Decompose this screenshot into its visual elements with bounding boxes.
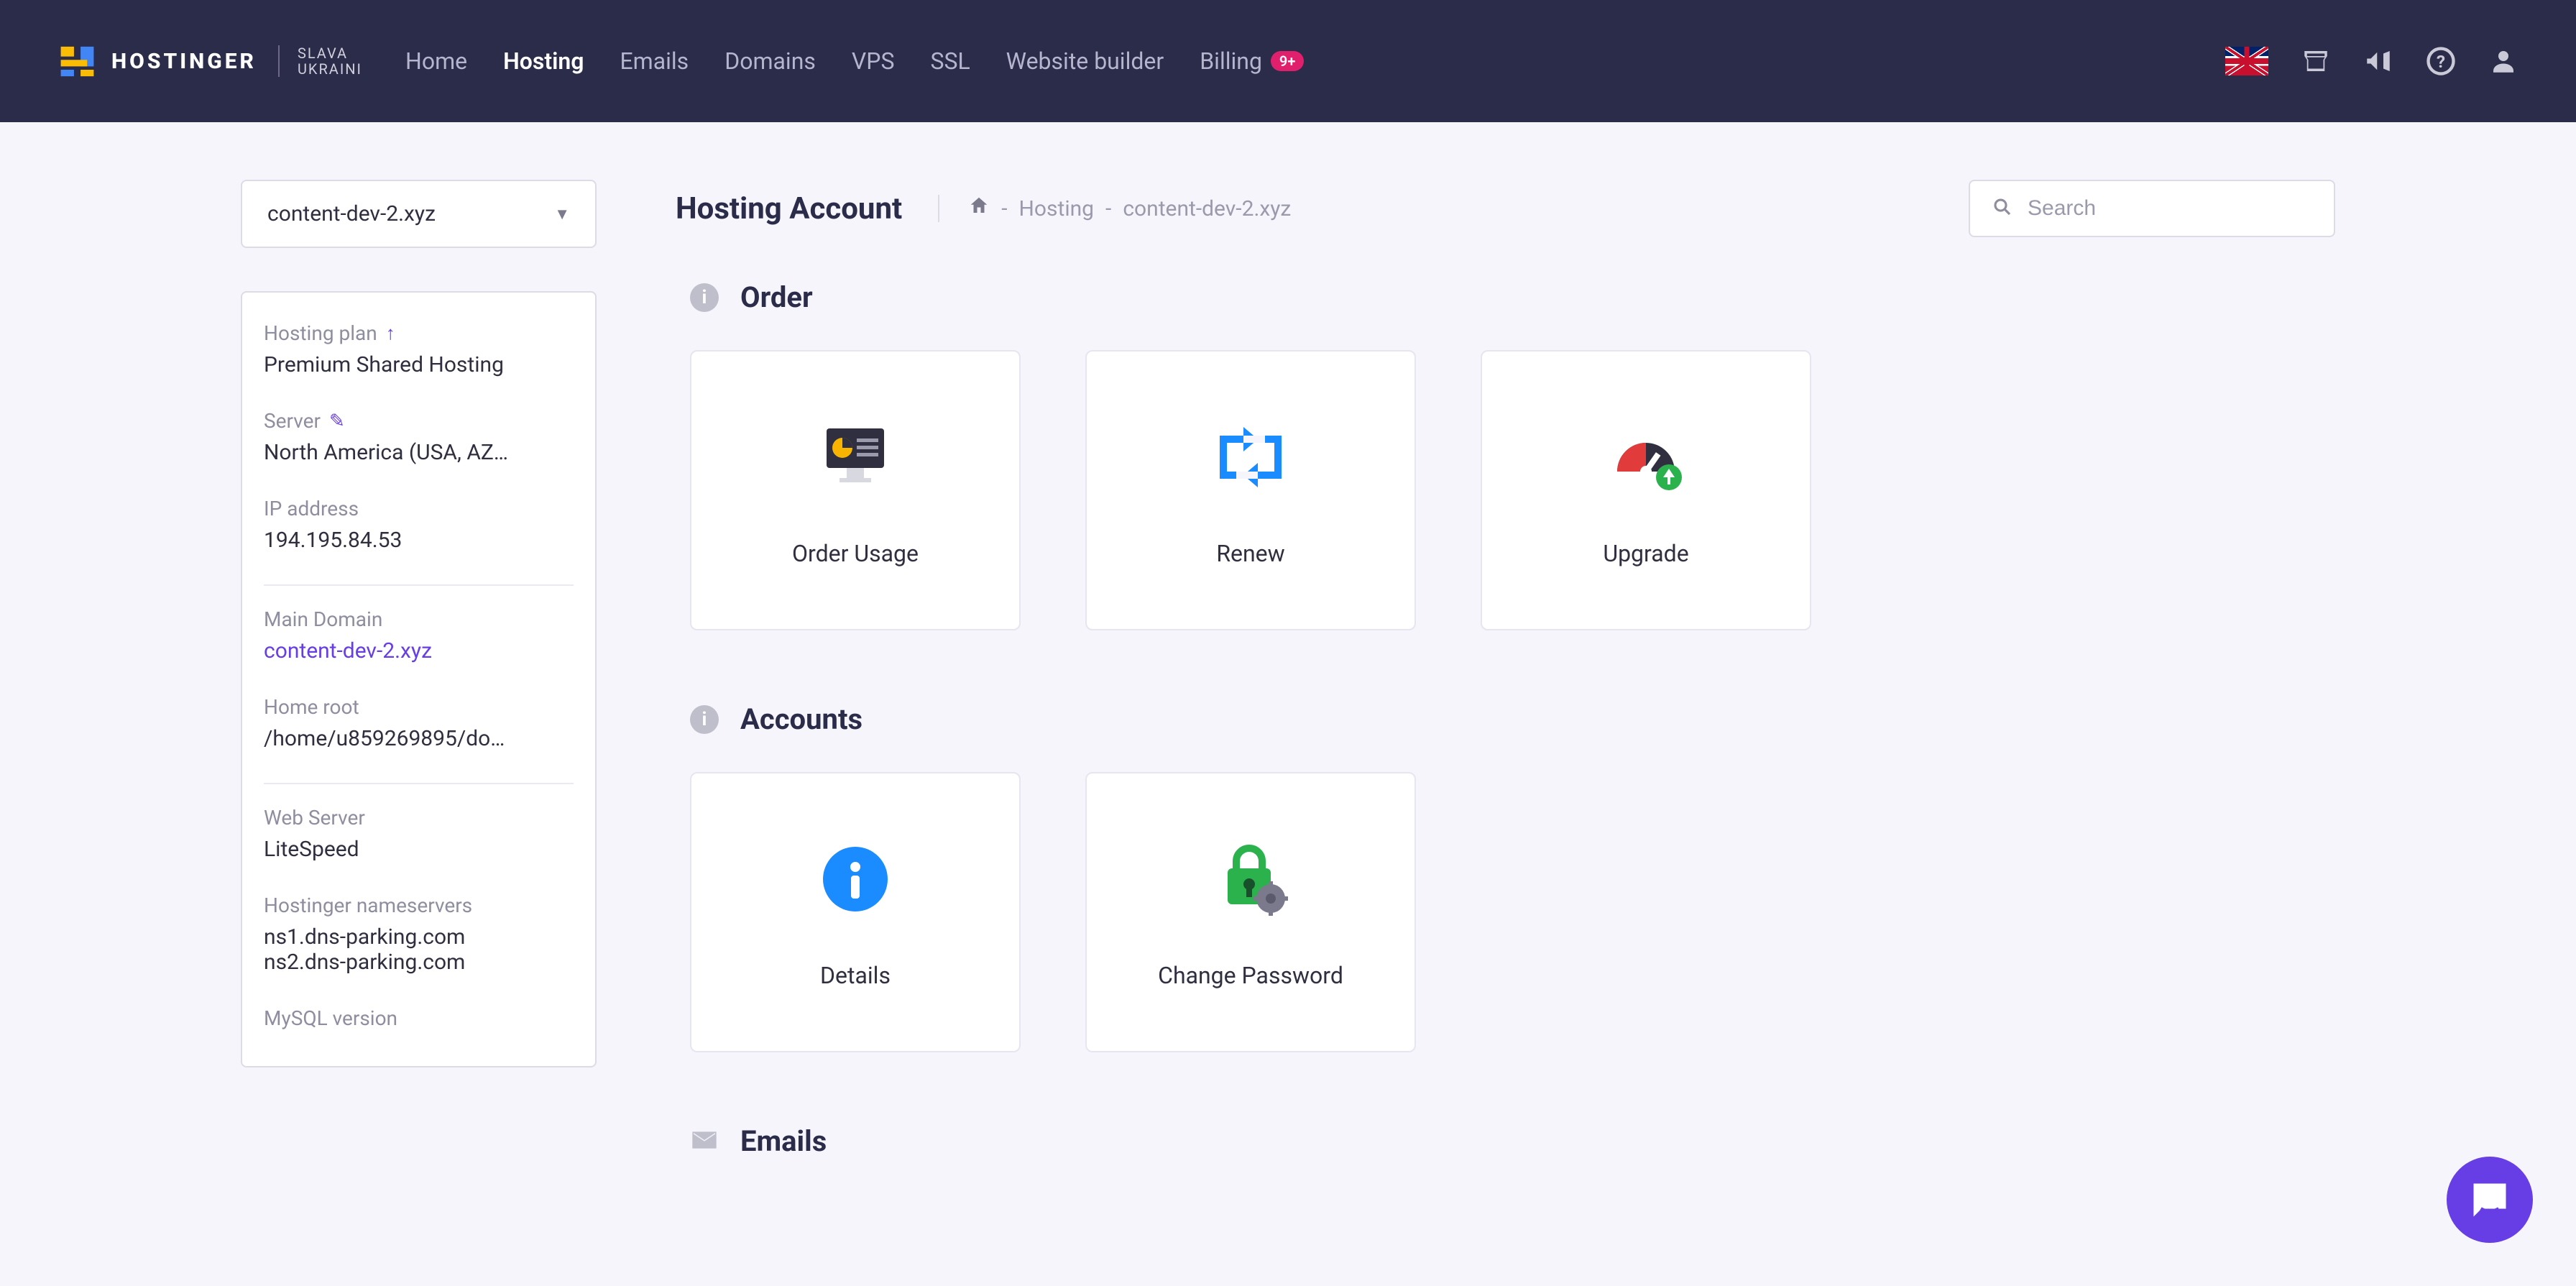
upgrade-icon <box>1603 414 1689 500</box>
svg-text:?: ? <box>2437 51 2445 72</box>
tagline-line1: SLAVA <box>298 45 362 61</box>
primary-nav: Home Hosting Emails Domains VPS SSL Webs… <box>405 47 1304 75</box>
edit-icon[interactable]: ✎ <box>329 410 345 432</box>
section-title-emails: Emails <box>740 1124 827 1158</box>
page-title: Hosting Account <box>676 191 902 226</box>
info-icon: i <box>690 705 719 734</box>
accounts-cards: Details <box>676 772 2335 1052</box>
webserver-value: LiteSpeed <box>264 837 574 862</box>
order-usage-icon <box>812 414 898 500</box>
plan-label: Hosting plan ↑ <box>264 321 574 345</box>
section-head-emails: Emails <box>676 1124 2335 1158</box>
top-nav-bar: HOSTINGER SLAVA UKRAINI Home Hosting Ema… <box>0 0 2576 122</box>
nav-domains[interactable]: Domains <box>724 47 816 75</box>
homeroot-value: /home/u859269895/do… <box>264 726 574 751</box>
tagline-line2: UKRAINI <box>298 61 362 77</box>
domain-select-dropdown[interactable]: content-dev-2.xyz ▼ <box>241 180 597 248</box>
domain-select-value: content-dev-2.xyz <box>267 201 436 226</box>
logo-group: HOSTINGER SLAVA UKRAINI <box>58 42 362 81</box>
chevron-down-icon: ▼ <box>554 205 570 224</box>
nav-ssl[interactable]: SSL <box>930 47 970 75</box>
section-head-order: i Order <box>676 280 2335 314</box>
homeroot-label: Home root <box>264 695 574 719</box>
ip-label: IP address <box>264 497 574 520</box>
ip-value: 194.195.84.53 <box>264 528 574 553</box>
mail-icon <box>690 1126 719 1157</box>
section-title-accounts: Accounts <box>740 702 862 736</box>
card-label: Details <box>820 962 891 989</box>
card-order-usage[interactable]: Order Usage <box>690 350 1021 630</box>
card-label: Renew <box>1216 540 1284 567</box>
plan-value: Premium Shared Hosting <box>264 352 574 377</box>
main-content: Hosting Account - Hosting - content-dev-… <box>676 180 2335 1194</box>
ns1-value: ns1.dns-parking.com <box>264 924 574 950</box>
header-utility-icons: ? <box>2225 46 2518 76</box>
search-input[interactable] <box>2028 196 2312 221</box>
mysql-label: MySQL version <box>264 1006 574 1030</box>
webserver-label: Web Server <box>264 806 574 830</box>
renew-icon <box>1208 414 1294 500</box>
card-change-password[interactable]: Change Password <box>1085 772 1416 1052</box>
change-password-icon <box>1208 836 1294 922</box>
maindomain-value[interactable]: content-dev-2.xyz <box>264 638 574 663</box>
account-icon[interactable] <box>2488 46 2518 76</box>
divider <box>264 584 574 586</box>
order-cards: Order Usage Renew <box>676 350 2335 630</box>
nav-hosting[interactable]: Hosting <box>503 47 584 75</box>
maindomain-label: Main Domain <box>264 607 574 631</box>
search-box[interactable] <box>1969 180 2335 237</box>
nav-vps[interactable]: VPS <box>852 47 895 75</box>
server-label: Server ✎ <box>264 409 574 433</box>
chat-icon <box>2468 1178 2511 1221</box>
brand-name: HOSTINGER <box>111 49 257 74</box>
nav-website-builder[interactable]: Website builder <box>1006 47 1164 75</box>
crumb-hosting[interactable]: Hosting <box>1019 196 1095 221</box>
chat-fab[interactable] <box>2447 1157 2533 1243</box>
card-label: Order Usage <box>792 540 919 567</box>
billing-badge: 9+ <box>1271 51 1304 71</box>
nav-billing-label: Billing <box>1200 47 1262 75</box>
crumb-sep: - <box>1105 196 1111 221</box>
brand-logo[interactable]: HOSTINGER <box>58 42 257 81</box>
card-label: Change Password <box>1158 962 1343 989</box>
section-head-accounts: i Accounts <box>676 702 2335 736</box>
server-value: North America (USA, AZ… <box>264 440 574 465</box>
ns2-value: ns2.dns-parking.com <box>264 950 574 975</box>
crumb-domain[interactable]: content-dev-2.xyz <box>1123 196 1291 221</box>
nameservers-label: Hostinger nameservers <box>264 894 574 917</box>
home-icon[interactable] <box>968 195 990 222</box>
divider <box>264 783 574 784</box>
card-label: Upgrade <box>1603 540 1688 567</box>
nav-billing[interactable]: Billing 9+ <box>1200 47 1304 75</box>
title-row: Hosting Account - Hosting - content-dev-… <box>676 180 2335 237</box>
search-icon <box>1992 196 2013 221</box>
brand-tagline: SLAVA UKRAINI <box>278 45 362 77</box>
card-upgrade[interactable]: Upgrade <box>1481 350 1811 630</box>
details-icon <box>816 836 895 922</box>
hosting-info-card: Hosting plan ↑ Premium Shared Hosting Se… <box>241 291 597 1067</box>
store-icon[interactable] <box>2301 46 2331 76</box>
nav-emails[interactable]: Emails <box>620 47 689 75</box>
crumb-sep: - <box>1001 196 1007 221</box>
breadcrumb: - Hosting - content-dev-2.xyz <box>938 195 1291 222</box>
info-icon: i <box>690 283 719 312</box>
hostinger-logo-icon <box>58 42 97 81</box>
section-title-order: Order <box>740 280 813 314</box>
megaphone-icon[interactable] <box>2363 46 2393 76</box>
language-flag-icon[interactable] <box>2225 47 2268 75</box>
upgrade-arrow-icon[interactable]: ↑ <box>386 322 395 344</box>
page-body: content-dev-2.xyz ▼ Hosting plan ↑ Premi… <box>0 122 2576 1194</box>
nav-home[interactable]: Home <box>405 47 467 75</box>
card-renew[interactable]: Renew <box>1085 350 1416 630</box>
sidebar: content-dev-2.xyz ▼ Hosting plan ↑ Premi… <box>241 180 597 1067</box>
help-icon[interactable]: ? <box>2426 46 2456 76</box>
card-details[interactable]: Details <box>690 772 1021 1052</box>
